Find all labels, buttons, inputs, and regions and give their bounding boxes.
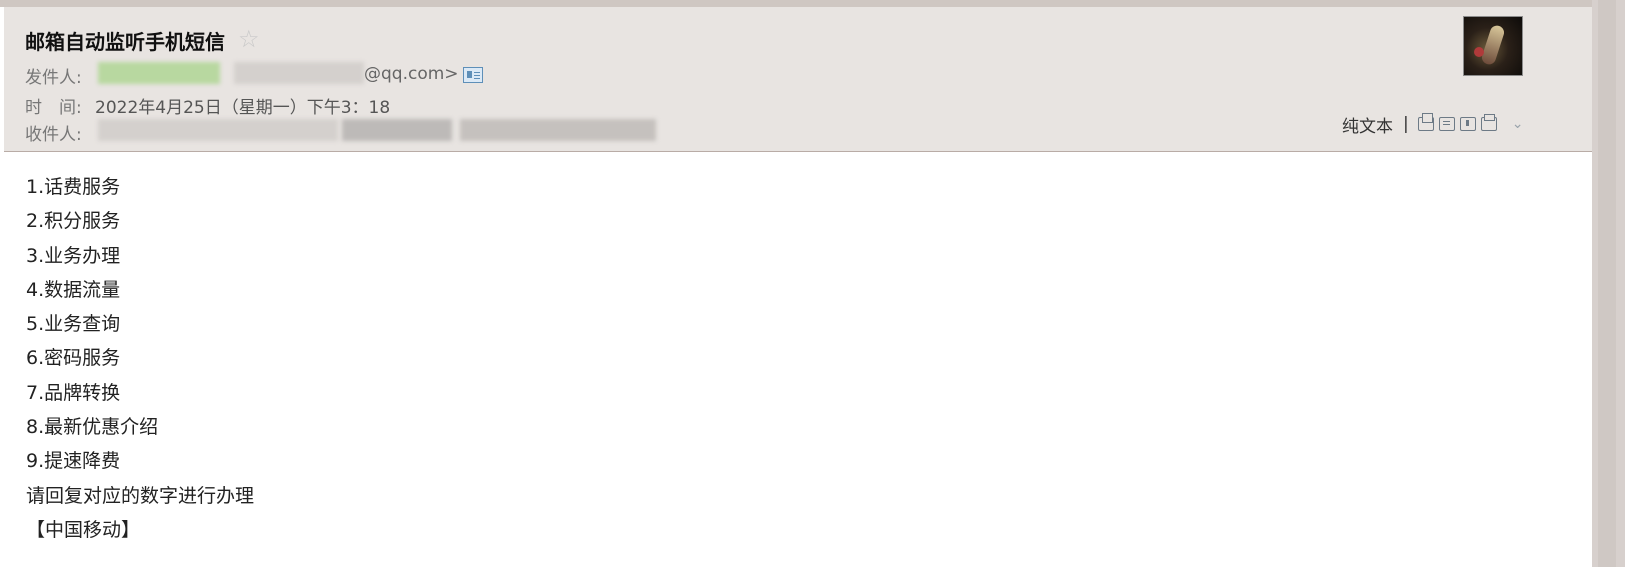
redacted-recipient-3 xyxy=(460,119,656,141)
body-line: 2.积分服务 xyxy=(26,210,121,233)
body-line: 1.话费服务 xyxy=(26,176,121,198)
contact-card-icon[interactable] xyxy=(463,67,483,83)
redacted-recipient-1 xyxy=(98,119,338,141)
print-icon[interactable] xyxy=(1480,114,1497,131)
time-row: 时 间: 2022年4月25日（星期一）下午3：18 xyxy=(25,93,390,118)
redacted-sender-name xyxy=(98,62,220,84)
body-line: 9.提速降费 xyxy=(26,450,121,473)
plain-text-button[interactable]: 纯文本 xyxy=(1342,112,1393,137)
body-line: 7.品牌转换 xyxy=(26,381,121,404)
avatar-detail xyxy=(1474,47,1484,57)
body-line: 请回复对应的数字进行办理 xyxy=(26,484,255,507)
time-label: 时 间: xyxy=(25,98,82,118)
body-line: 4.数据流量 xyxy=(26,278,121,301)
email-toolbar: 纯文本 | ⌄ xyxy=(1342,111,1523,137)
body-line: 8.最新优惠介绍 xyxy=(26,416,159,439)
body-line: 5.业务查询 xyxy=(26,313,121,336)
sender-avatar[interactable] xyxy=(1463,16,1523,76)
to-label: 收件人: xyxy=(25,125,82,145)
from-label: 发件人: xyxy=(25,68,82,88)
scrollbar-thumb[interactable] xyxy=(1598,0,1616,567)
body-line: 6.密码服务 xyxy=(26,347,121,370)
redacted-recipient-2 xyxy=(342,119,452,141)
time-value: 2022年4月25日（星期一）下午3：18 xyxy=(95,98,391,118)
note-icon[interactable] xyxy=(1438,117,1455,131)
star-icon[interactable]: ☆ xyxy=(238,25,260,53)
avatar-figure xyxy=(1480,23,1506,67)
email-header: 邮箱自动监听手机短信 ☆ 发件人: @qq.com> 时 间: 2022年4月25… xyxy=(4,7,1592,152)
toolbar-separator: | xyxy=(1403,114,1409,134)
from-row: 发件人: xyxy=(25,63,95,88)
redacted-sender-address xyxy=(234,62,364,84)
email-body: 1.话费服务 2.积分服务 3.业务办理 4.数据流量 5.业务查询 6.密码服… xyxy=(26,170,254,547)
body-line: 【中国移动】 xyxy=(26,518,141,541)
top-border xyxy=(0,0,1592,7)
email-subject: 邮箱自动监听手机短信 xyxy=(25,30,225,54)
body-line: 3.业务办理 xyxy=(26,244,121,267)
new-window-icon[interactable] xyxy=(1417,113,1434,131)
save-icon[interactable] xyxy=(1459,117,1476,131)
to-row: 收件人: xyxy=(25,120,95,145)
chevron-down-icon[interactable]: ⌄ xyxy=(1512,117,1524,131)
from-address[interactable]: @qq.com> xyxy=(364,64,459,84)
email-reader: 邮箱自动监听手机短信 ☆ 发件人: @qq.com> 时 间: 2022年4月25… xyxy=(0,0,1625,567)
